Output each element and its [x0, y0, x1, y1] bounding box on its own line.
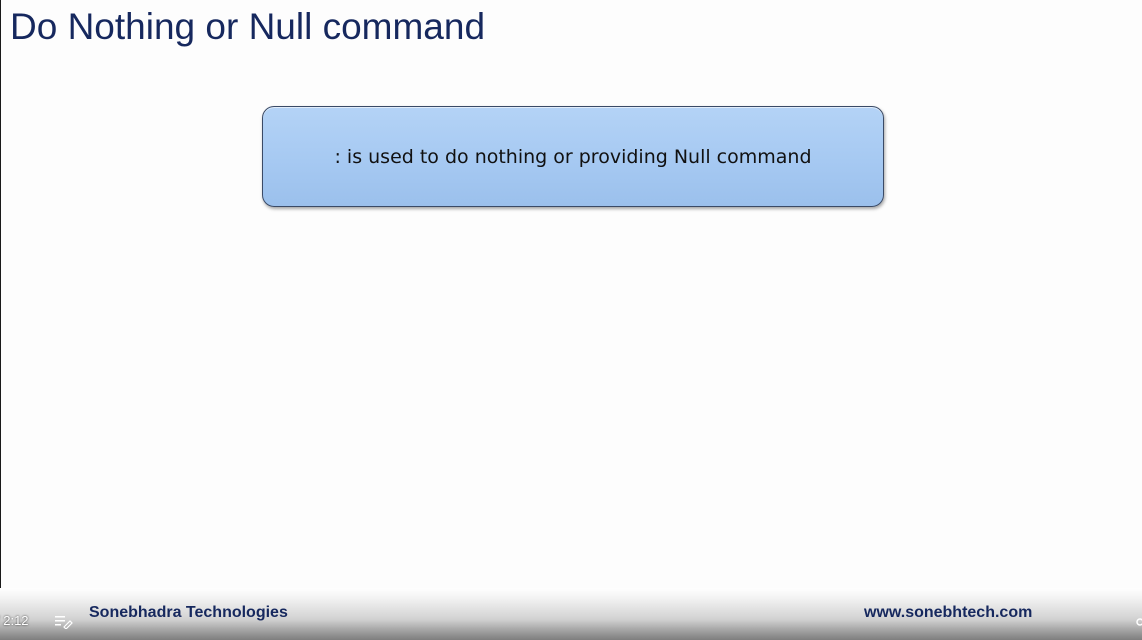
definition-callout: : is used to do nothing or providing Nul…: [262, 106, 884, 207]
playlist-edit-icon[interactable]: [54, 613, 74, 630]
company-name: Sonebhadra Technologies: [89, 604, 288, 621]
callout-text: : is used to do nothing or providing Nul…: [334, 145, 812, 168]
player-controls-shade: [0, 620, 1142, 640]
slide-left-border: [0, 0, 1, 590]
slide-title: Do Nothing or Null command: [10, 6, 486, 47]
video-frame: Do Nothing or Null command : is used to …: [0, 0, 1142, 640]
website-url: www.sonebhtech.com: [864, 604, 1033, 621]
settings-edge-icon[interactable]: [1136, 615, 1142, 627]
time-display: / 2:12: [0, 613, 29, 628]
